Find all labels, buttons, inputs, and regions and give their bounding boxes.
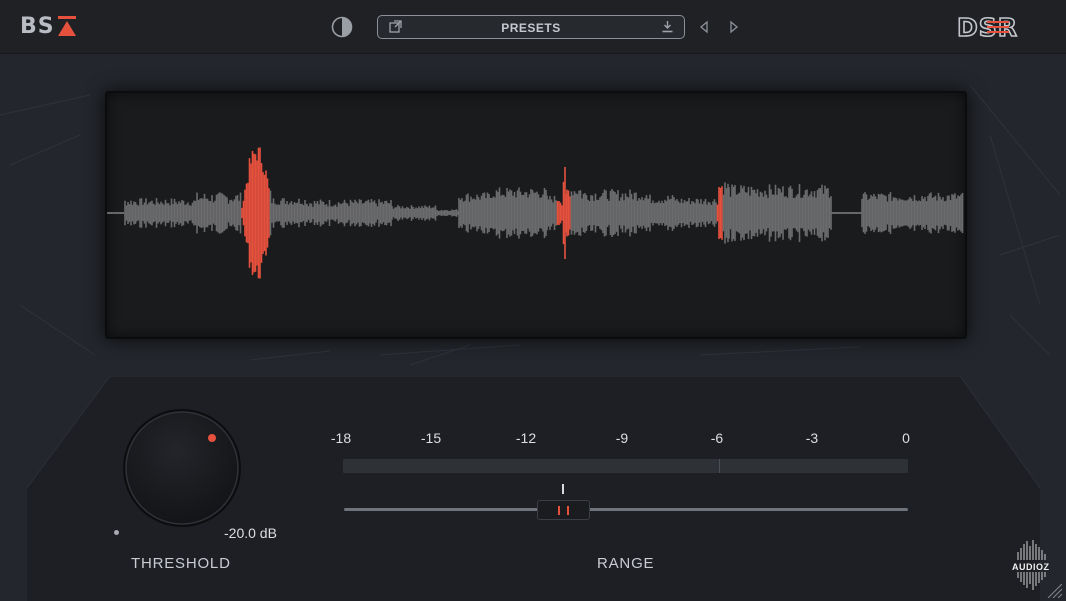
range-scale-label: -9 — [615, 430, 629, 446]
range-slider-track[interactable] — [344, 508, 908, 511]
knob-min-marker — [114, 530, 119, 535]
next-preset-icon[interactable] — [728, 20, 740, 34]
bs-logo: BS — [20, 13, 78, 39]
waveform — [107, 147, 964, 279]
watermark: AUDIOZ — [1004, 538, 1063, 599]
brand-left-text: BS — [20, 13, 55, 39]
reduction-meter — [343, 459, 908, 473]
range-slider-handle[interactable] — [537, 500, 590, 520]
save-preset-icon[interactable] — [661, 20, 674, 33]
triangle-logo-icon — [57, 16, 76, 36]
previous-preset-icon[interactable] — [698, 20, 710, 34]
knob-indicator — [208, 434, 216, 442]
meter-peak-marker — [719, 459, 720, 473]
top-bar: BS PRESETS DSR — [0, 0, 1066, 54]
threshold-label: THRESHOLD — [131, 555, 231, 572]
range-scale-label: -15 — [420, 430, 442, 446]
threshold-knob[interactable] — [121, 407, 243, 529]
range-value-tick — [562, 484, 564, 494]
watermark-text: AUDIOZ — [1012, 562, 1050, 572]
presets-selector[interactable]: PRESETS — [377, 15, 685, 39]
range-label: RANGE — [597, 555, 655, 572]
contrast-half-circle-icon[interactable] — [331, 16, 353, 38]
threshold-value: -20.0 dB — [224, 525, 277, 541]
handle-grip — [567, 506, 569, 515]
waveform-display — [105, 91, 967, 339]
range-scale-label: -6 — [710, 430, 724, 446]
range-scale-label: -3 — [805, 430, 819, 446]
range-scale-label: 0 — [902, 430, 910, 446]
dsr-logo: DSR — [957, 14, 1018, 40]
range-scale-label: -18 — [330, 430, 352, 446]
range-scale-label: -12 — [515, 430, 537, 446]
presets-label: PRESETS — [501, 21, 561, 35]
handle-grip — [558, 506, 560, 515]
